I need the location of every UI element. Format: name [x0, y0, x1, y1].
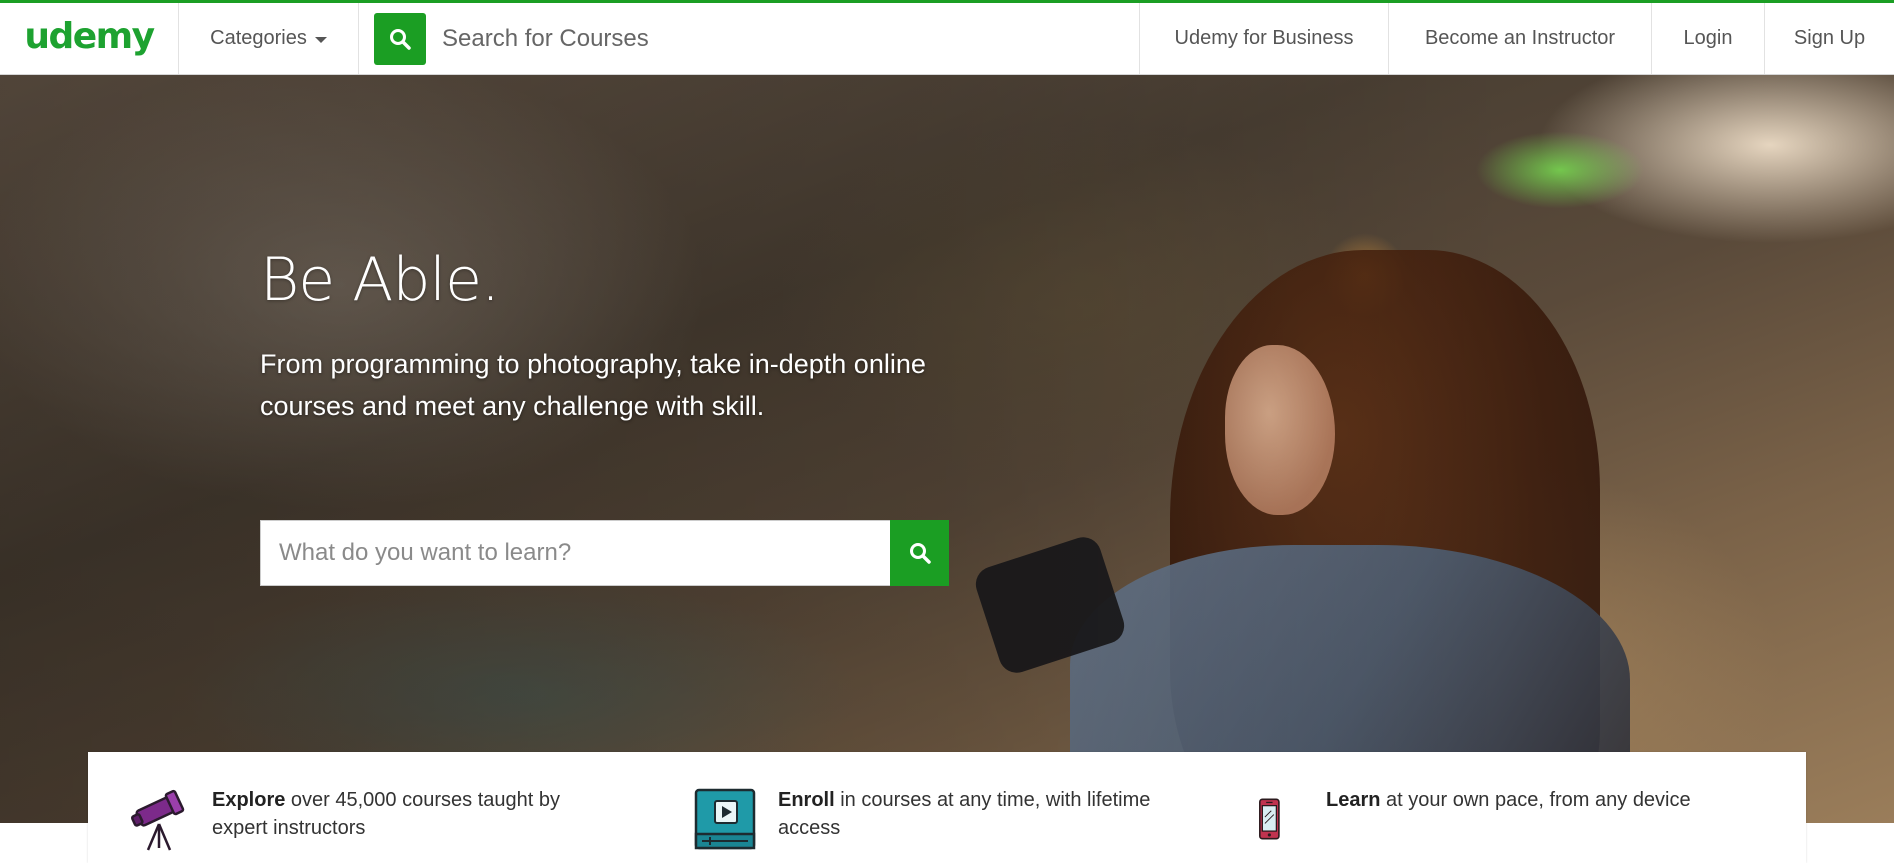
categories-dropdown[interactable]: Categories [179, 3, 359, 74]
categories-label: Categories [210, 27, 307, 49]
telescope-icon [130, 789, 185, 851]
login-link[interactable]: Login [1651, 3, 1764, 74]
feature-explore: Explore over 45,000 courses taught by ex… [126, 786, 602, 852]
login-label: Login [1683, 27, 1733, 49]
feature-enroll-text: Enroll in courses at any time, with life… [778, 786, 1188, 842]
hero-content: Be Able. From programming to photography… [260, 245, 960, 427]
nav-business-label: Udemy for Business [1174, 27, 1354, 49]
hero-subtitle: From programming to photography, take in… [260, 349, 926, 421]
udemy-homepage: udemy Categories Udemy for Business Beco… [0, 0, 1894, 863]
nav-udemy-for-business[interactable]: Udemy for Business [1139, 3, 1388, 74]
hero-overlay [0, 75, 1894, 823]
header-search-button[interactable] [374, 12, 426, 65]
udemy-logo[interactable]: udemy [0, 3, 179, 74]
feature-explore-bold: Explore [212, 789, 286, 811]
feature-enroll-bold: Enroll [778, 789, 835, 811]
nav-instructor-label: Become an Instructor [1424, 27, 1616, 49]
features-strip: Explore over 45,000 courses taught by ex… [88, 752, 1806, 863]
nav-become-instructor[interactable]: Become an Instructor [1388, 3, 1651, 74]
logo-text: udemy [24, 16, 155, 57]
signup-label: Sign Up [1793, 27, 1866, 49]
search-icon [909, 543, 931, 564]
hero-search-button[interactable] [890, 520, 949, 586]
feature-learn: Learn at your own pace, from any device [1256, 786, 1746, 852]
feature-learn-desc: at your own pace, from any device [1380, 789, 1691, 811]
hero-search-input[interactable] [260, 520, 890, 586]
hero-search [260, 520, 949, 586]
signup-link[interactable]: Sign Up [1764, 3, 1894, 74]
play-video-icon [694, 788, 756, 850]
caret-down-icon [314, 37, 327, 43]
top-header: udemy Categories Udemy for Business Beco… [0, 0, 1894, 75]
hero-banner [0, 75, 1894, 823]
feature-enroll: Enroll in courses at any time, with life… [692, 786, 1188, 852]
feature-enroll-desc: in courses at any time, with lifetime ac… [778, 789, 1151, 839]
mobile-device-icon [1259, 798, 1280, 840]
feature-explore-text: Explore over 45,000 courses taught by ex… [212, 786, 602, 842]
hero-title: Be Able. [260, 245, 500, 315]
feature-learn-bold: Learn [1326, 789, 1381, 811]
feature-learn-text: Learn at your own pace, from any device [1326, 786, 1746, 814]
header-search-input[interactable] [442, 24, 962, 53]
header-search [359, 3, 1139, 74]
search-icon [390, 28, 411, 50]
